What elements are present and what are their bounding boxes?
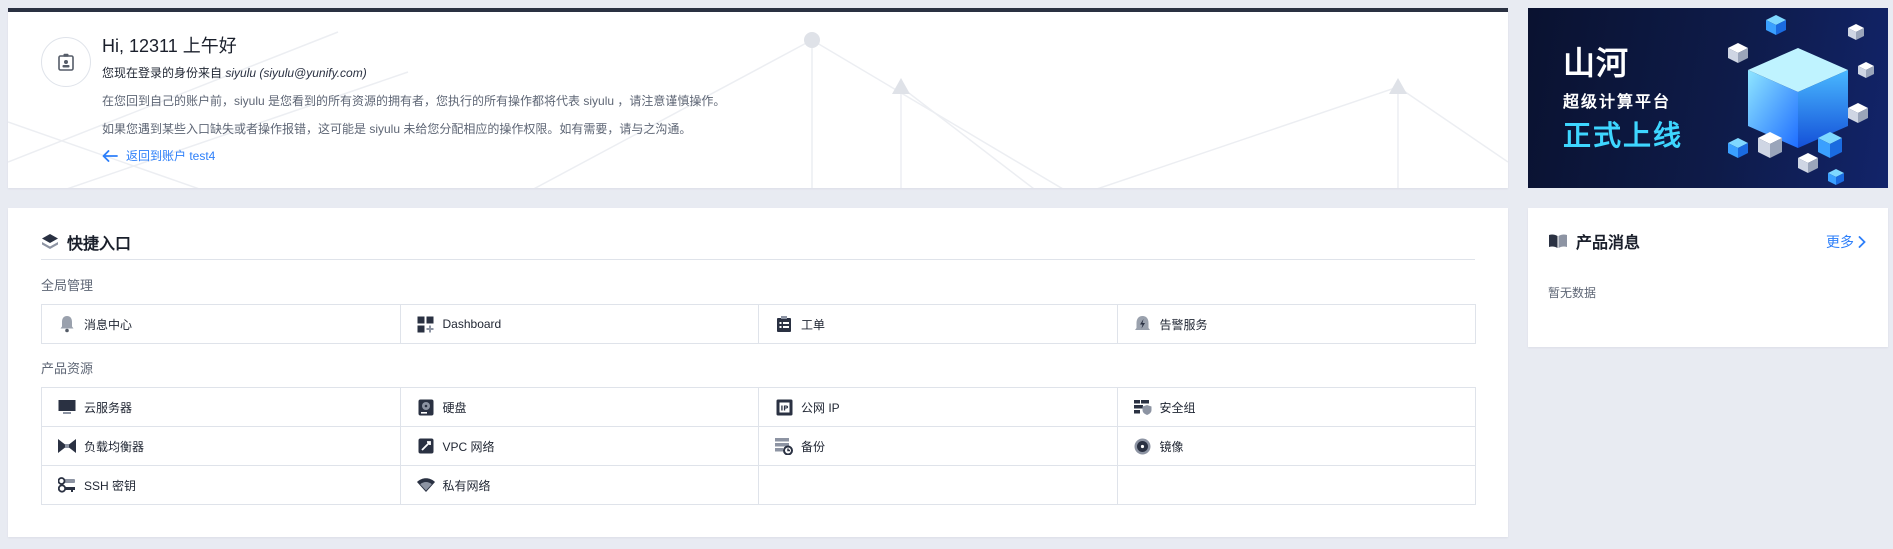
promo-banner[interactable]: 山河 超级计算平台 正式上线: [1528, 8, 1888, 188]
product-news-header: 产品消息: [1548, 229, 1640, 253]
key-icon: [58, 476, 76, 494]
identity-prefix: 您现在登录的身份来自: [102, 66, 223, 80]
divider: [41, 259, 1475, 260]
shortcut-ssh-key[interactable]: SSH 密钥: [42, 466, 401, 505]
book-icon: [1549, 234, 1567, 248]
shortcut-label: 公网 IP: [801, 400, 840, 415]
shortcut-disk[interactable]: 硬盘: [400, 388, 759, 427]
quick-entry-header: 快捷入口: [41, 230, 131, 254]
shortcut-label: 工单: [801, 317, 826, 332]
product-resources-grid: 云服务器 硬盘 IP 公网 IP 安全组 负载均衡器 VPC 网络 备份 镜像 …: [41, 387, 1476, 505]
wifi-icon: [416, 476, 435, 494]
shortcut-private-network[interactable]: 私有网络: [400, 466, 759, 505]
quick-entry-card: 快捷入口 全局管理 消息中心 Dashboard 工单 告警服务 产品资源 云服…: [8, 208, 1508, 537]
ip-icon: IP: [775, 398, 793, 416]
cube-illustration: [1728, 15, 1874, 185]
shortcut-label: 硬盘: [442, 400, 467, 415]
more-link[interactable]: 更多: [1826, 232, 1866, 252]
identity-user: siyulu (siyulu@yunify.com): [225, 66, 367, 80]
banner-subtitle: 超级计算平台: [1563, 94, 1672, 111]
product-news-card: 产品消息 更多 暂无数据: [1528, 208, 1888, 347]
arrow-left-icon: [102, 149, 118, 162]
chevron-right-icon: [1858, 236, 1866, 248]
shortcut-load-balancer[interactable]: 负载均衡器: [42, 427, 401, 466]
backup-icon: [775, 437, 793, 455]
shortcut-vpc-network[interactable]: VPC 网络: [400, 427, 759, 466]
group-label-resources: 产品资源: [41, 361, 94, 376]
more-label: 更多: [1826, 234, 1854, 250]
shortcut-label: 私有网络: [442, 478, 491, 493]
banner-logo: 山河: [1563, 45, 1630, 81]
group-label-global: 全局管理: [41, 278, 94, 293]
shortcut-ticket[interactable]: 工单: [759, 305, 1118, 344]
greeting-title: Hi, 12311 上午好: [102, 36, 237, 56]
login-identity: 您现在登录的身份来自 siyulu (siyulu@yunify.com): [102, 64, 367, 81]
shortcut-label: 云服务器: [84, 400, 133, 415]
alarm-icon: [1134, 315, 1152, 333]
user-badge-icon: [58, 53, 74, 71]
ticket-icon: [775, 315, 793, 333]
shortcut-label: SSH 密钥: [84, 478, 137, 493]
shortcut-backup[interactable]: 备份: [759, 427, 1118, 466]
shortcut-alarm-service[interactable]: 告警服务: [1117, 305, 1476, 344]
layers-icon: [42, 234, 58, 249]
shortcut-public-ip[interactable]: IP 公网 IP: [759, 388, 1118, 427]
shortcut-security-group[interactable]: 安全组: [1117, 388, 1476, 427]
avatar: [41, 37, 91, 87]
shortcut-label: Dashboard: [442, 317, 502, 331]
back-link-label: 返回到账户 test4: [126, 149, 216, 163]
empty-state-text: 暂无数据: [1548, 286, 1597, 300]
banner-headline: 正式上线: [1563, 120, 1684, 151]
svg-text:IP: IP: [780, 404, 788, 412]
back-to-account-link[interactable]: 返回到账户 test4: [102, 147, 215, 164]
shortcut-label: 安全组: [1159, 400, 1196, 415]
shortcut-image[interactable]: 镜像: [1117, 427, 1476, 466]
vpc-icon: [417, 437, 435, 455]
bell-icon: [58, 315, 76, 333]
shortcut-label: 告警服务: [1159, 317, 1208, 332]
image-disc-icon: [1134, 437, 1152, 455]
load-balancer-icon: [58, 437, 76, 455]
shortcut-label: 备份: [801, 439, 826, 454]
monitor-icon: [58, 398, 76, 416]
empty-cell: [759, 466, 1118, 505]
shortcut-label: 负载均衡器: [84, 439, 145, 454]
dashboard-icon: [417, 315, 435, 333]
tip-permission: 如果您遇到某些入口缺失或者操作报错，这可能是 siyulu 未给您分配相应的操作…: [102, 122, 692, 136]
disk-icon: [417, 398, 435, 416]
shortcut-label: 镜像: [1159, 439, 1184, 454]
global-management-grid: 消息中心 Dashboard 工单 告警服务: [41, 304, 1476, 344]
tip-ownership: 在您回到自己的账户前，siyulu 是您看到的所有资源的拥有者，您执行的所有操作…: [102, 94, 726, 108]
shortcut-message-center[interactable]: 消息中心: [42, 305, 401, 344]
quick-entry-title: 快捷入口: [67, 236, 132, 253]
shortcut-label: 消息中心: [84, 317, 133, 332]
welcome-card: Hi, 12311 上午好 您现在登录的身份来自 siyulu (siyulu@…: [8, 8, 1508, 188]
firewall-icon: [1133, 398, 1152, 416]
shortcut-dashboard[interactable]: Dashboard: [400, 305, 759, 344]
product-news-title: 产品消息: [1576, 235, 1641, 252]
shortcut-label: VPC 网络: [442, 439, 495, 454]
shortcut-cloud-server[interactable]: 云服务器: [42, 388, 401, 427]
empty-cell: [1117, 466, 1476, 505]
